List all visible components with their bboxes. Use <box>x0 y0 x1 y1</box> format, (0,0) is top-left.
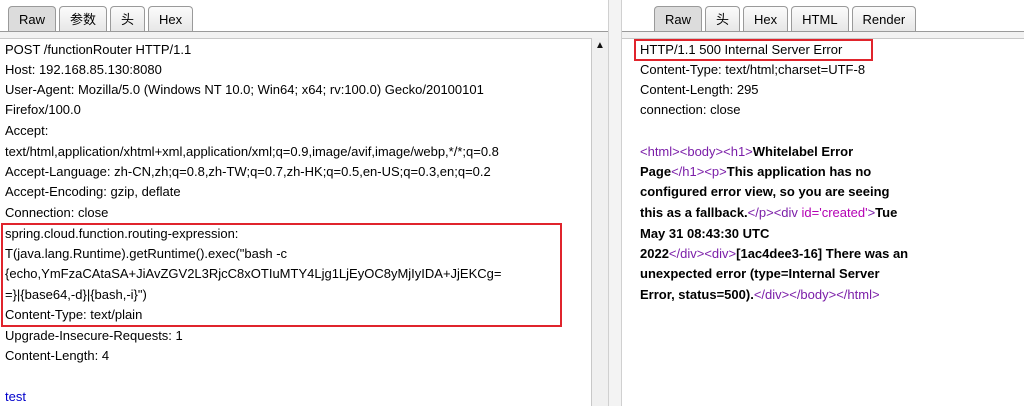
response-body-line: May 31 08:43:30 UTC <box>640 226 770 241</box>
body-text: this as a fallback. <box>640 205 748 220</box>
response-body-line: <html><body><h1>Whitelabel Error <box>640 142 853 162</box>
response-tab-html[interactable]: HTML <box>791 6 849 32</box>
response-header-connection: connection: close <box>640 102 741 117</box>
request-header-user-agent: User-Agent: Mozilla/5.0 (Windows NT 10.0… <box>5 82 484 97</box>
body-text: 2022 <box>640 246 669 261</box>
request-tab-hex[interactable]: Hex <box>148 6 194 32</box>
request-line: POST /functionRouter HTTP/1.1 <box>5 42 192 57</box>
body-text: This application has no <box>726 164 872 179</box>
request-header-content-length: Content-Length: 4 <box>5 348 110 363</box>
request-header-accept: Accept: <box>5 123 49 138</box>
request-tab-headers[interactable]: 头 <box>110 6 146 32</box>
response-panel: Raw 头 Hex HTML Render HTTP/1.1 500 Inter… <box>622 0 1024 406</box>
request-header-upgrade: Upgrade-Insecure-Requests: 1 <box>5 328 183 343</box>
html-attribute-value: 'created' <box>819 205 868 220</box>
request-tab-bar: Raw 参数 头 Hex <box>0 0 608 38</box>
tab-underline <box>622 31 1024 38</box>
body-text: Whitelabel Error <box>752 144 854 159</box>
html-tag: </div></body></html> <box>753 287 880 302</box>
html-attribute: id= <box>801 205 820 220</box>
response-editor[interactable]: HTTP/1.1 500 Internal Server Error Conte… <box>622 38 1024 406</box>
response-body-line: Error, status=500).</div></body></html> <box>640 285 880 305</box>
response-tab-bar: Raw 头 Hex HTML Render <box>622 0 1024 38</box>
response-header-content-length: Content-Length: 295 <box>640 82 759 97</box>
response-body-line: Page</h1><p>This application has no <box>640 162 871 182</box>
response-tab-headers[interactable]: 头 <box>705 6 741 32</box>
request-header-host: Host: 192.168.85.130:8080 <box>5 62 162 77</box>
request-header-accept-encoding: Accept-Encoding: gzip, deflate <box>5 184 181 199</box>
body-text: Page <box>640 164 672 179</box>
response-tab-hex[interactable]: Hex <box>743 6 789 32</box>
request-header-connection: Connection: close <box>5 205 109 220</box>
html-tag: </p><div <box>747 205 802 220</box>
body-text: Error, status=500). <box>640 287 754 302</box>
request-header-user-agent-cont: Firefox/100.0 <box>5 102 81 117</box>
response-body-line: configured error view, so you are seeing <box>640 184 890 199</box>
html-tag: </h1><p> <box>671 164 727 179</box>
body-text: Tue <box>875 205 898 220</box>
request-tab-params[interactable]: 参数 <box>59 6 108 32</box>
response-body-line: this as a fallback.</p><div id='created'… <box>640 203 897 223</box>
html-tag: </div><div> <box>668 246 737 261</box>
response-header-content-type: Content-Type: text/html;charset=UTF-8 <box>640 62 866 77</box>
request-panel: Raw 参数 头 Hex POST /functionRouter HTTP/1… <box>0 0 608 406</box>
status-highlight-box <box>634 39 873 61</box>
response-body-line: unexpected error (type=Internal Server <box>640 266 880 281</box>
response-body-line: 2022</div><div>[1ac4dee3-16] There was a… <box>640 244 908 264</box>
response-tab-raw[interactable]: Raw <box>654 6 703 32</box>
response-tab-render[interactable]: Render <box>851 6 917 32</box>
pane-divider[interactable] <box>608 0 622 406</box>
request-header-accept-value: text/html,application/xhtml+xml,applicat… <box>5 144 499 159</box>
request-header-accept-language: Accept-Language: zh-CN,zh;q=0.8,zh-TW;q=… <box>5 164 491 179</box>
payload-highlight-box <box>1 223 562 327</box>
scroll-up-arrow-icon[interactable]: ▲ <box>594 40 606 52</box>
request-tab-raw[interactable]: Raw <box>8 6 57 32</box>
request-editor[interactable]: POST /functionRouter HTTP/1.1 Host: 192.… <box>0 38 591 406</box>
tab-underline <box>0 31 608 38</box>
request-scrollbar[interactable]: ▲ <box>591 38 608 406</box>
request-body: test <box>5 389 26 404</box>
body-text: [1ac4dee3-16] There was an <box>736 246 909 261</box>
html-tag: <html><body><h1> <box>640 144 753 159</box>
